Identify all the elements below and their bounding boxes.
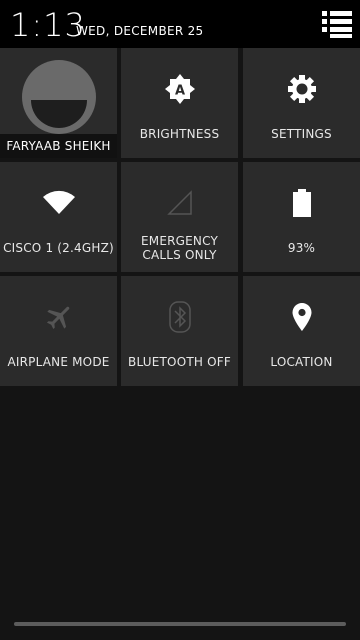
drag-handle[interactable] xyxy=(14,622,346,626)
location-label: LOCATION xyxy=(270,355,333,369)
wifi-label: CISCO 1 (2.4GHZ) xyxy=(3,241,114,255)
tile-brightness[interactable]: A BRIGHTNESS xyxy=(121,48,238,158)
status-header: 1:13 WED, DECEMBER 25 xyxy=(0,0,360,48)
settings-label: SETTINGS xyxy=(271,127,332,141)
mobile-signal-line1: EMERGENCY xyxy=(140,234,218,248)
tile-airplane-mode[interactable]: AIRPLANE MODE xyxy=(0,276,117,386)
tile-settings[interactable]: SETTINGS xyxy=(243,48,360,158)
battery-icon xyxy=(243,186,360,220)
tile-location[interactable]: LOCATION xyxy=(243,276,360,386)
signal-icon xyxy=(121,186,238,220)
airplane-icon xyxy=(0,300,117,334)
quick-settings-toggle-button[interactable] xyxy=(320,8,354,40)
mobile-signal-label: EMERGENCY CALLS ONLY xyxy=(123,234,236,262)
wifi-icon xyxy=(0,186,117,220)
tile-battery[interactable]: 93% xyxy=(243,162,360,272)
gear-icon xyxy=(243,72,360,106)
battery-label: 93% xyxy=(287,241,316,255)
brightness-auto-icon: A xyxy=(121,72,238,106)
bluetooth-icon xyxy=(121,300,238,334)
tile-bluetooth[interactable]: BLUETOOTH OFF xyxy=(121,276,238,386)
user-name-label: FARYAAB SHEIKH xyxy=(0,134,117,158)
airplane-mode-label: AIRPLANE MODE xyxy=(7,355,110,369)
tile-mobile-signal[interactable]: EMERGENCY CALLS ONLY xyxy=(121,162,238,272)
location-pin-icon xyxy=(243,300,360,334)
user-avatar-icon xyxy=(22,60,96,134)
tile-user[interactable]: FARYAAB SHEIKH xyxy=(0,48,117,158)
tile-wifi[interactable]: CISCO 1 (2.4GHZ) xyxy=(0,162,117,272)
date-label[interactable]: WED, DECEMBER 25 xyxy=(76,24,204,38)
mobile-signal-line2: CALLS ONLY xyxy=(142,248,217,262)
bluetooth-label: BLUETOOTH OFF xyxy=(128,355,231,369)
list-settings-icon xyxy=(322,11,352,38)
svg-text:A: A xyxy=(174,84,184,99)
clock-time[interactable]: 1:13 xyxy=(10,6,86,44)
brightness-label: BRIGHTNESS xyxy=(139,127,220,141)
